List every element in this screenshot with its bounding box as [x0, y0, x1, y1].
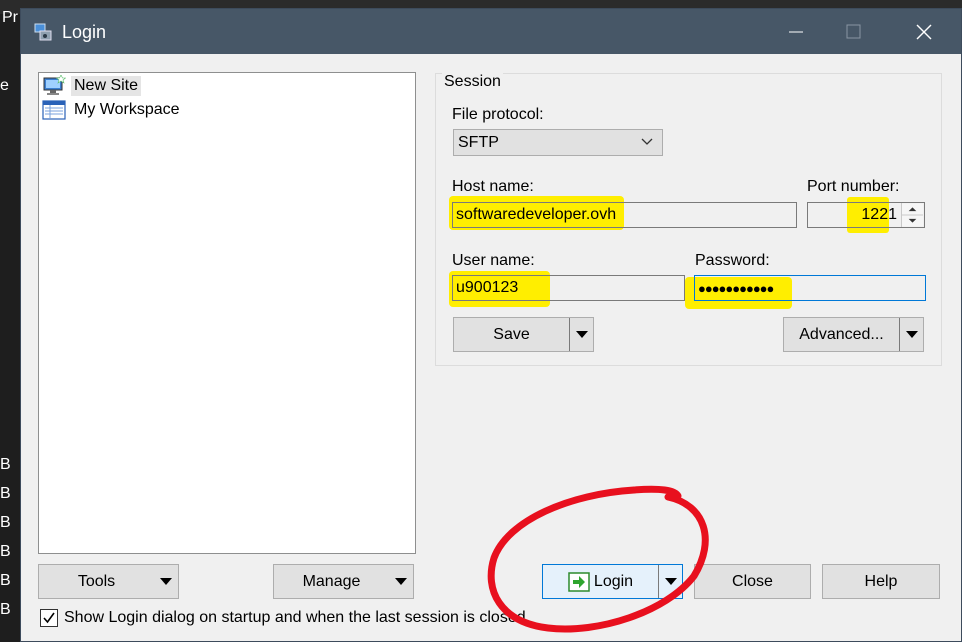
advanced-dropdown-toggle[interactable] — [899, 318, 923, 351]
host-name-input[interactable]: softwaredeveloper.ovh — [452, 202, 797, 228]
tree-item-my-workspace[interactable]: My Workspace — [42, 99, 183, 121]
caret-down-icon — [665, 578, 677, 585]
background-mark: B — [0, 514, 11, 531]
background-text: e — [0, 77, 9, 94]
file-protocol-value: SFTP — [458, 133, 499, 151]
password-label: Password: — [695, 252, 770, 269]
tools-dropdown-arrow — [154, 565, 178, 598]
login-dialog: Login New Site My Workspace Session File… — [20, 8, 962, 642]
tree-item-label: New Site — [71, 76, 142, 96]
login-icon — [568, 571, 590, 592]
close-icon[interactable] — [909, 17, 939, 47]
tree-item-label: My Workspace — [74, 101, 180, 118]
background-mark: B — [0, 601, 11, 618]
caret-down-icon — [576, 331, 588, 338]
port-number-label: Port number: — [807, 178, 900, 195]
startup-checkbox-label: Show Login dialog on startup and when th… — [64, 609, 526, 626]
title-bar[interactable]: Login — [21, 9, 961, 54]
login-button-label: Login — [593, 572, 634, 590]
background-text: Pr — [2, 9, 18, 26]
maximize-icon[interactable] — [839, 17, 869, 47]
file-protocol-select[interactable]: SFTP — [453, 129, 663, 156]
user-name-input[interactable]: u900123 — [452, 275, 685, 301]
save-button[interactable]: Save — [453, 317, 594, 352]
help-button-label: Help — [864, 572, 898, 590]
advanced-button-label: Advanced... — [799, 325, 884, 343]
startup-checkbox-row[interactable]: Show Login dialog on startup and when th… — [40, 609, 526, 627]
host-name-value: softwaredeveloper.ovh — [456, 206, 617, 223]
close-button[interactable]: Close — [694, 564, 811, 599]
file-protocol-label: File protocol: — [452, 106, 544, 123]
help-button[interactable]: Help — [822, 564, 940, 599]
caret-down-icon — [160, 578, 172, 585]
save-dropdown-toggle[interactable] — [569, 318, 593, 351]
password-value: ●●●●●●●●●●● — [698, 280, 774, 296]
background-mark: B — [0, 485, 11, 502]
site-tree[interactable]: New Site My Workspace — [38, 72, 416, 554]
tree-item-new-site[interactable]: New Site — [42, 75, 142, 97]
host-name-label: Host name: — [452, 178, 534, 195]
session-legend: Session — [442, 73, 503, 91]
advanced-button[interactable]: Advanced... — [783, 317, 924, 352]
login-dropdown-toggle[interactable] — [658, 565, 682, 598]
login-button[interactable]: Login — [542, 564, 683, 599]
caret-down-icon — [906, 331, 918, 338]
port-number-value: 1221 — [861, 206, 897, 223]
tools-button[interactable]: Tools — [38, 564, 179, 599]
user-name-label: User name: — [452, 252, 535, 269]
checkmark-icon — [43, 612, 55, 624]
manage-button[interactable]: Manage — [273, 564, 414, 599]
background-mark: B — [0, 572, 11, 589]
startup-checkbox[interactable] — [40, 609, 58, 627]
close-button-label: Close — [732, 572, 773, 590]
background-mark: B — [0, 456, 11, 473]
caret-down-icon — [395, 578, 407, 585]
chevron-down-icon — [641, 138, 653, 145]
save-button-label: Save — [493, 325, 530, 343]
winscp-app-icon — [34, 23, 52, 41]
minimize-icon[interactable] — [781, 17, 811, 47]
user-name-value: u900123 — [456, 279, 519, 296]
computer-new-site-icon — [43, 75, 66, 95]
password-input[interactable]: ●●●●●●●●●●● — [694, 275, 926, 301]
tools-button-label: Tools — [77, 572, 116, 590]
manage-dropdown-arrow — [389, 565, 413, 598]
workspace-icon — [42, 100, 66, 120]
background-mark: B — [0, 543, 11, 560]
manage-button-label: Manage — [302, 572, 361, 590]
port-spinner[interactable] — [901, 203, 923, 227]
window-title: Login — [62, 22, 107, 42]
